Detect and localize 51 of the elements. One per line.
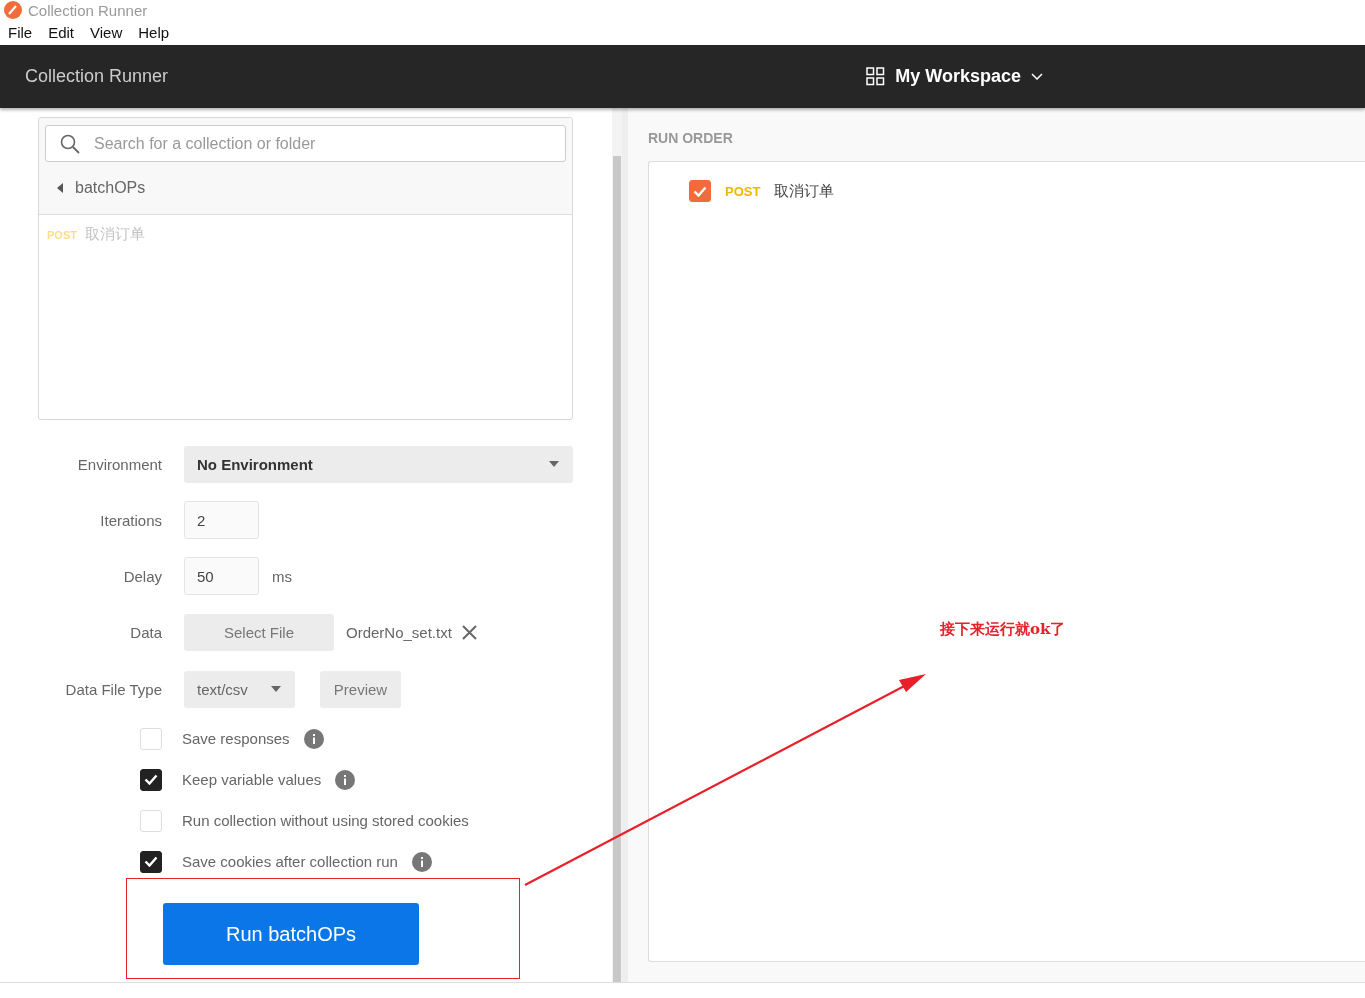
menu-item[interactable]: View <box>90 24 123 41</box>
scrollbar-thumb[interactable] <box>613 156 621 982</box>
field-label: Data <box>129 623 162 641</box>
preview-button[interactable]: Preview <box>320 670 401 708</box>
select-file-button[interactable]: Select File <box>184 613 334 651</box>
section-title: RUN ORDER <box>648 130 734 146</box>
request-name: 取消订单 <box>774 181 835 201</box>
checkbox[interactable] <box>689 180 711 202</box>
menu-item[interactable]: Edit <box>48 24 75 41</box>
unit-label: ms <box>272 567 292 585</box>
field-label: Iterations <box>99 511 162 529</box>
file-type-select[interactable]: text/csv <box>184 670 295 708</box>
file-name: OrderNo_set.txt <box>346 623 452 641</box>
info-icon[interactable] <box>303 728 324 749</box>
menu-item[interactable]: Help <box>138 24 170 41</box>
option-label: Run collection without using stored cookies <box>182 812 469 829</box>
checkbox[interactable] <box>140 768 162 791</box>
check-icon <box>144 856 158 867</box>
method-label: POST <box>725 183 761 199</box>
option-label: Keep variable values <box>182 771 322 788</box>
caret-icon <box>549 461 559 467</box>
grid-icon <box>866 67 886 86</box>
close-icon[interactable] <box>461 624 477 640</box>
run-button[interactable]: Run batchOPs <box>163 903 419 965</box>
delay-field[interactable]: 50 <box>184 557 259 595</box>
check-icon <box>693 185 707 197</box>
chevron-icon <box>1031 73 1043 80</box>
checkbox[interactable] <box>140 850 162 873</box>
menu-item[interactable]: File <box>8 24 33 41</box>
field-label: Data File Type <box>64 680 162 698</box>
check-icon <box>144 774 158 785</box>
info-icon[interactable] <box>411 851 432 872</box>
header-title: Collection Runner <box>25 66 169 87</box>
field-label: Delay <box>122 567 162 585</box>
info-icon[interactable] <box>335 769 356 790</box>
request-name: 取消订单 <box>84 225 145 244</box>
folder-item[interactable]: batchOPs <box>45 162 566 214</box>
search-icon <box>60 133 80 154</box>
environment-select[interactable]: No Environment <box>184 445 573 483</box>
annotation-text: 接下来运行就ok了 <box>940 620 1066 639</box>
option-label: Save cookies after collection run <box>182 853 398 870</box>
option-label: Save responses <box>182 730 290 747</box>
method-label: POST <box>47 228 77 241</box>
field-label: Environment <box>76 455 162 473</box>
app-title: Collection Runner <box>28 1 148 19</box>
workspace-switcher[interactable]: My Workspace <box>866 66 1043 87</box>
search-bar[interactable]: Search for a collection or folder <box>45 125 566 162</box>
caret-icon <box>271 686 281 692</box>
caret-icon <box>57 183 63 193</box>
search-input[interactable]: Search for a collection or folder <box>92 133 565 154</box>
iterations-field[interactable]: 2 <box>184 501 259 539</box>
